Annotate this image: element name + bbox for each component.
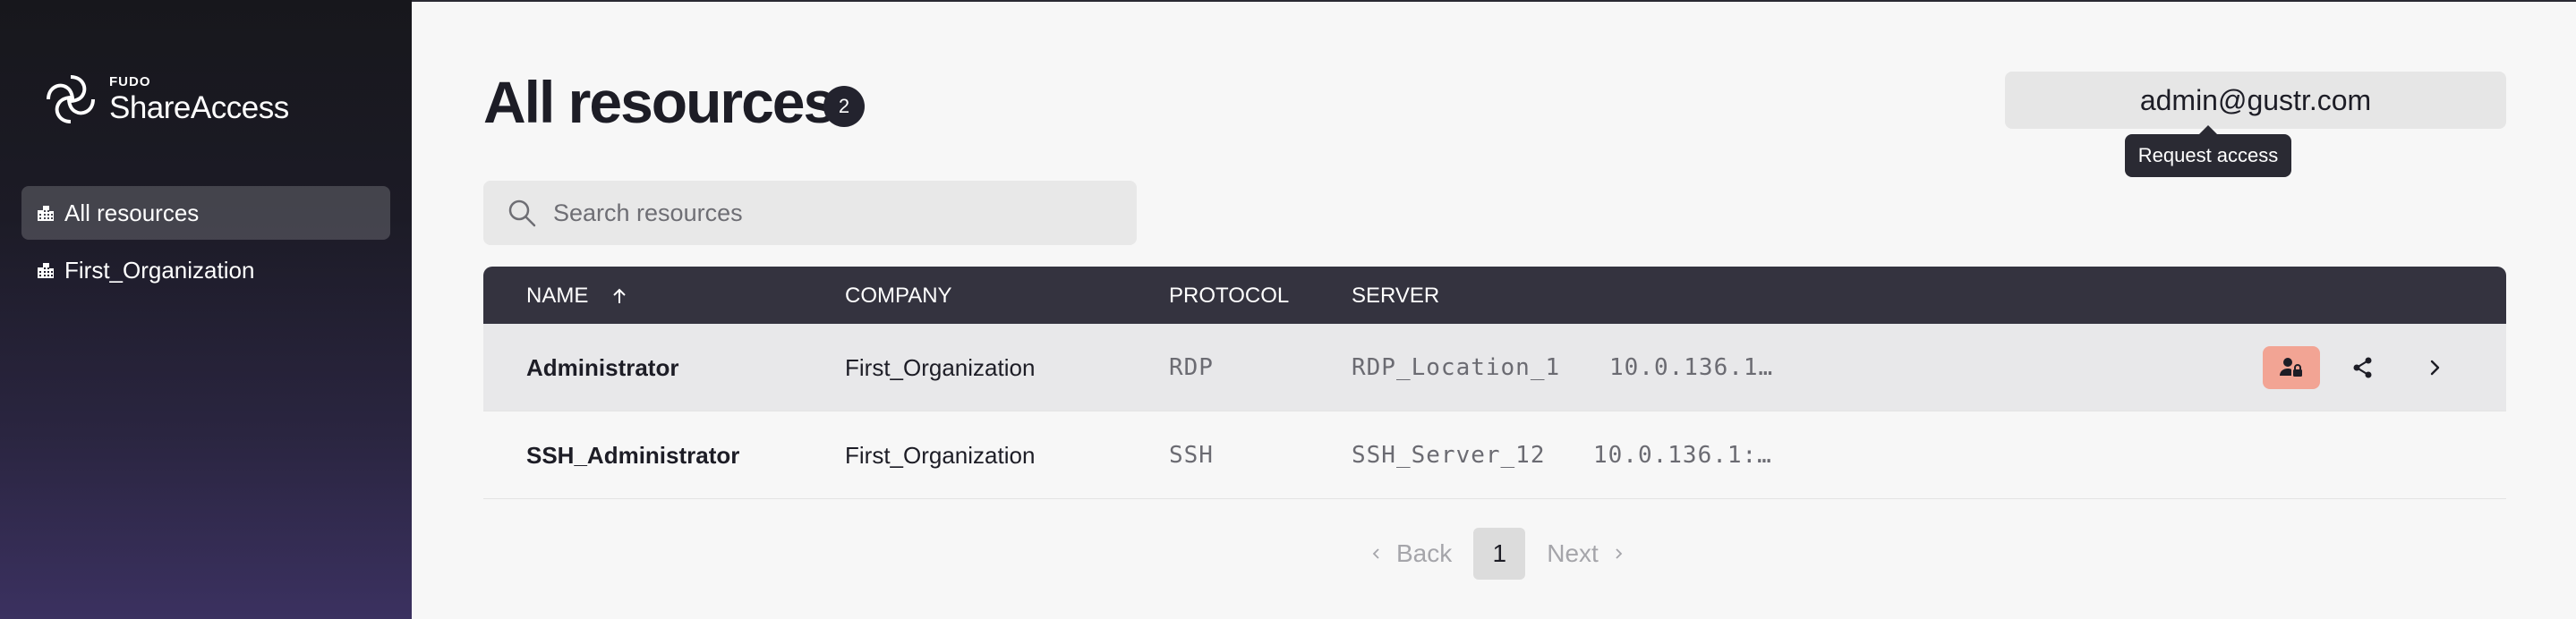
sidebar: FUDO ShareAccess All resources First_Org…	[0, 0, 412, 619]
pagination-page-current[interactable]: 1	[1473, 528, 1526, 580]
user-lock-icon	[2280, 358, 2302, 377]
search-input[interactable]	[553, 199, 1108, 227]
sidebar-item-first-organization[interactable]: First_Organization	[21, 243, 390, 297]
resource-name: Administrator	[526, 353, 679, 381]
resource-count-badge: 2	[823, 86, 865, 127]
resource-server: SSH_Server_12	[1352, 442, 1546, 469]
resource-company: First_Organization	[845, 441, 1036, 469]
main-content: All resources 2 admin@gustr.com NAME COM…	[412, 0, 2576, 619]
column-header-company[interactable]: COMPANY	[845, 283, 952, 310]
resource-company: First_Organization	[845, 353, 1036, 381]
sort-ascending-icon	[610, 286, 629, 306]
building-icon	[36, 203, 55, 223]
brand-name: ShareAccess	[109, 90, 289, 125]
sidebar-item-label: All resources	[64, 199, 200, 226]
sidebar-item-label: First_Organization	[64, 256, 255, 284]
user-menu-button[interactable]: admin@gustr.com	[2005, 72, 2506, 129]
sidebar-item-all-resources[interactable]: All resources	[21, 186, 390, 240]
open-resource-button[interactable]	[2406, 346, 2463, 389]
column-label: NAME	[526, 284, 589, 308]
brand-sup: FUDO	[109, 74, 151, 89]
resource-address: 10.0.136.1…	[1609, 354, 1774, 381]
table-row[interactable]: Administrator First_Organization RDP RDP…	[483, 324, 2506, 411]
chevron-left-icon	[1372, 548, 1379, 559]
pagination-next[interactable]: Next	[1547, 539, 1625, 568]
chevron-right-icon	[1616, 548, 1623, 559]
request-access-button[interactable]	[2263, 346, 2320, 389]
table-row[interactable]: SSH_Administrator First_Organization SSH…	[483, 411, 2506, 499]
resource-server: RDP_Location_1	[1352, 354, 1561, 381]
search-box[interactable]	[483, 181, 1137, 245]
resource-address: 10.0.136.1:…	[1593, 442, 1772, 469]
column-header-protocol[interactable]: PROTOCOL	[1169, 283, 1289, 310]
resource-protocol: SSH	[1169, 442, 1214, 469]
chevron-right-icon	[2430, 360, 2440, 376]
pagination: Back 1 Next	[1369, 528, 1625, 580]
pagination-back[interactable]: Back	[1369, 539, 1452, 568]
resource-protocol: RDP	[1169, 354, 1214, 381]
sidebar-nav: All resources First_Organization	[21, 186, 390, 301]
search-icon	[507, 198, 537, 228]
share-button[interactable]	[2334, 346, 2392, 389]
building-icon	[36, 260, 55, 280]
table-header: NAME COMPANY PROTOCOL SERVER	[483, 267, 2506, 324]
page-title: All resources	[483, 69, 836, 135]
share-icon	[2353, 357, 2372, 378]
pagination-back-label: Back	[1396, 539, 1453, 567]
pagination-next-label: Next	[1547, 539, 1599, 567]
request-access-tooltip: Request access	[2125, 125, 2291, 177]
resources-table: NAME COMPANY PROTOCOL SERVER Administrat…	[483, 267, 2506, 499]
brand[interactable]: FUDO ShareAccess	[43, 72, 289, 127]
column-header-name[interactable]: NAME	[526, 283, 629, 310]
column-header-server[interactable]: SERVER	[1352, 283, 1439, 310]
fudo-logo-icon	[47, 75, 95, 123]
brand-text: FUDO ShareAccess	[109, 75, 289, 123]
resource-name: SSH_Administrator	[526, 441, 740, 469]
